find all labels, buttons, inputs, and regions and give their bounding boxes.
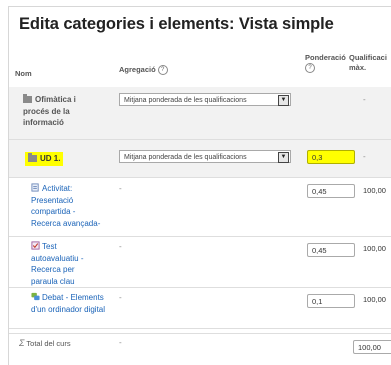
max-grade-value: - xyxy=(363,152,366,161)
help-icon[interactable]: ? xyxy=(157,65,168,76)
category-row: UD 1. Mitjana ponderada de les qualifica… xyxy=(9,140,391,178)
aggregation-value: - xyxy=(119,242,122,251)
page-title: Edita categories i elements: Vista simpl… xyxy=(19,15,334,33)
sigma-icon: Σ xyxy=(19,338,25,348)
grade-item-link[interactable]: Debat - Elements d'un ordinador digital xyxy=(31,293,105,314)
category-name: UD 1. xyxy=(40,154,61,163)
category-name-cell: Ofimàtica i procés de la informació xyxy=(23,94,101,129)
column-name-header: Nom xyxy=(15,69,32,78)
max-grade-value: 100,00 xyxy=(363,186,386,195)
column-max-label: Qualificaci xyxy=(349,53,387,62)
weight-input[interactable]: 0,45 xyxy=(307,184,355,198)
assignment-icon xyxy=(31,183,39,192)
max-grade-input[interactable]: 100,00 xyxy=(353,340,391,354)
max-grade-value: 100,00 xyxy=(363,244,386,253)
category-name-cell: UD 1. xyxy=(25,152,64,166)
weight-input[interactable]: 0,1 xyxy=(307,294,355,308)
folder-icon xyxy=(28,153,37,162)
column-aggregation-header: Agregació? xyxy=(119,65,168,76)
item-name-cell: Test autoavaluatiu - Recerca per paraula… xyxy=(31,241,103,287)
column-max-label-2: màx. xyxy=(349,63,367,72)
item-name-cell: Debat - Elements d'un ordinador digital xyxy=(31,292,111,315)
chevron-down-icon[interactable]: ▼ xyxy=(278,152,289,163)
table-header: Nom Agregació? Ponderació ? Qualificaci … xyxy=(9,43,391,88)
grade-item-link[interactable]: Activitat: Presentació compartida -Recer… xyxy=(31,184,100,228)
highlighted-category: UD 1. xyxy=(25,152,64,166)
forum-icon xyxy=(31,292,40,301)
quiz-icon xyxy=(31,241,40,250)
grade-item-row: Debat - Elements d'un ordinador digital … xyxy=(9,288,391,329)
grade-item-row: Test autoavaluatiu - Recerca per paraula… xyxy=(9,237,391,288)
item-name-cell: Activitat: Presentació compartida -Recer… xyxy=(31,183,103,229)
column-max-header: Qualificaci màx. xyxy=(349,53,391,73)
course-total-row: Σ Total del curs - 100,00 xyxy=(9,333,391,364)
aggregation-value: - xyxy=(119,293,122,302)
category-row: Ofimàtica i procés de la informació Mitj… xyxy=(9,87,391,140)
weight-input[interactable]: 0,3 xyxy=(307,150,355,164)
column-weight-header: Ponderació ? xyxy=(305,53,346,74)
aggregation-select[interactable]: Mitjana ponderada de les qualificacions … xyxy=(119,93,291,106)
max-grade-value: 100,00 xyxy=(363,295,386,304)
column-aggregation-label: Agregació xyxy=(119,65,156,74)
course-total-label: Total del curs xyxy=(26,339,71,348)
total-name-cell: Σ Total del curs xyxy=(19,338,71,350)
grade-item-row: Activitat: Presentació compartida -Recer… xyxy=(9,178,391,237)
aggregation-value: - xyxy=(119,338,122,347)
max-grade-value: - xyxy=(363,95,366,104)
folder-icon xyxy=(23,94,32,103)
chevron-down-icon[interactable]: ▼ xyxy=(278,95,289,106)
weight-input[interactable]: 0,45 xyxy=(307,243,355,257)
help-icon[interactable]: ? xyxy=(305,63,315,74)
gradebook-panel: Edita categories i elements: Vista simpl… xyxy=(8,6,391,365)
aggregation-select[interactable]: Mitjana ponderada de les qualificacions … xyxy=(119,150,291,163)
aggregation-select-value: Mitjana ponderada de les qualificacions xyxy=(124,154,247,161)
column-weight-label: Ponderació xyxy=(305,53,346,62)
aggregation-value: - xyxy=(119,184,122,193)
aggregation-select-value: Mitjana ponderada de les qualificacions xyxy=(124,97,247,104)
